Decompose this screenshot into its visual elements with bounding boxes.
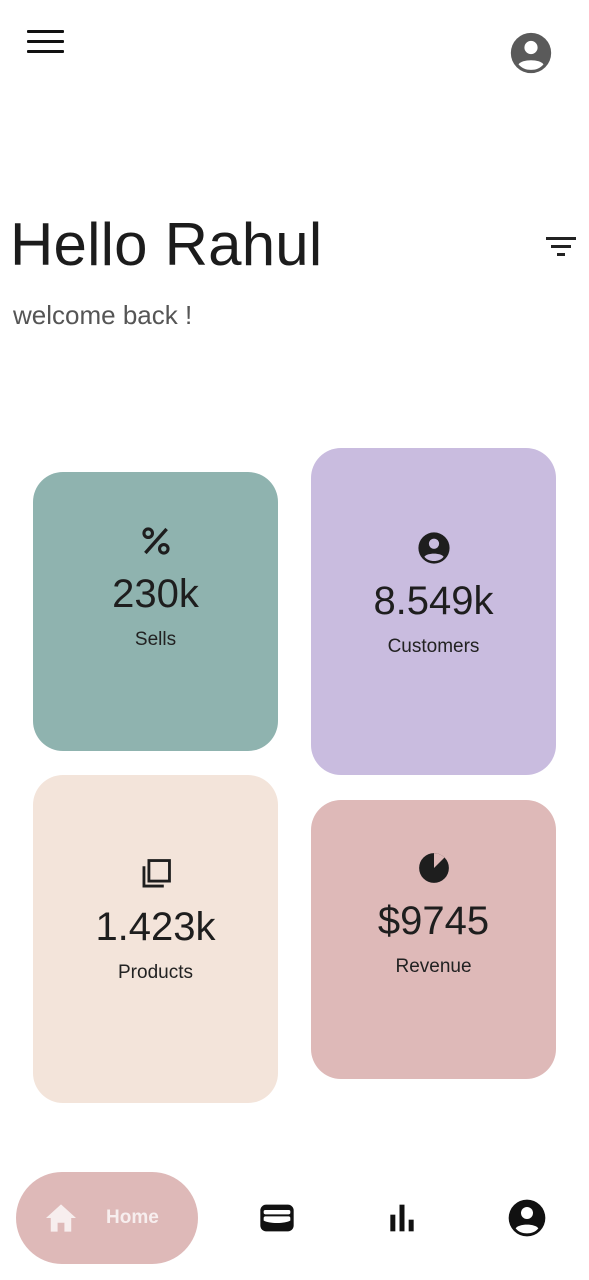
greeting-title: Hello Rahul [10, 211, 323, 278]
library-copy-icon [142, 859, 171, 888]
nav-home-label: Home [106, 1207, 159, 1228]
greeting-subtitle: welcome back ! [13, 300, 193, 330]
stat-value: 230k [112, 572, 199, 616]
nav-home-button[interactable]: Home [16, 1172, 198, 1264]
bar-chart-icon [390, 1204, 414, 1232]
account-circle-icon [510, 32, 552, 74]
filter-list-icon [546, 237, 576, 256]
nav-stats-button[interactable] [382, 1198, 422, 1238]
nav-profile-button[interactable] [507, 1198, 547, 1238]
filter-button[interactable] [542, 232, 580, 262]
stat-card-products[interactable]: 1.423k Products [33, 775, 278, 1103]
stat-label: Customers [387, 636, 480, 657]
home-icon [46, 1204, 76, 1232]
account-circle-icon [508, 1199, 546, 1237]
stat-card-customers[interactable]: 8.549k Customers [311, 448, 556, 775]
pie-chart-icon [418, 853, 449, 883]
menu-button[interactable] [24, 26, 68, 58]
stat-value: 1.423k [95, 905, 216, 949]
stat-card-sells[interactable]: 230k Sells [33, 472, 278, 751]
stat-value: 8.549k [373, 579, 494, 623]
stat-label: Revenue [395, 956, 472, 977]
stat-value: $9745 [377, 899, 490, 943]
percent-icon [141, 527, 170, 555]
stat-card-revenue[interactable]: $9745 Revenue [311, 800, 556, 1079]
stat-label: Products [118, 962, 193, 983]
account-button[interactable] [509, 31, 553, 75]
account-circle-icon [417, 532, 450, 564]
stat-label: Sells [134, 629, 177, 650]
nav-wallet-button[interactable] [257, 1198, 297, 1238]
wallet-icon [260, 1204, 294, 1232]
